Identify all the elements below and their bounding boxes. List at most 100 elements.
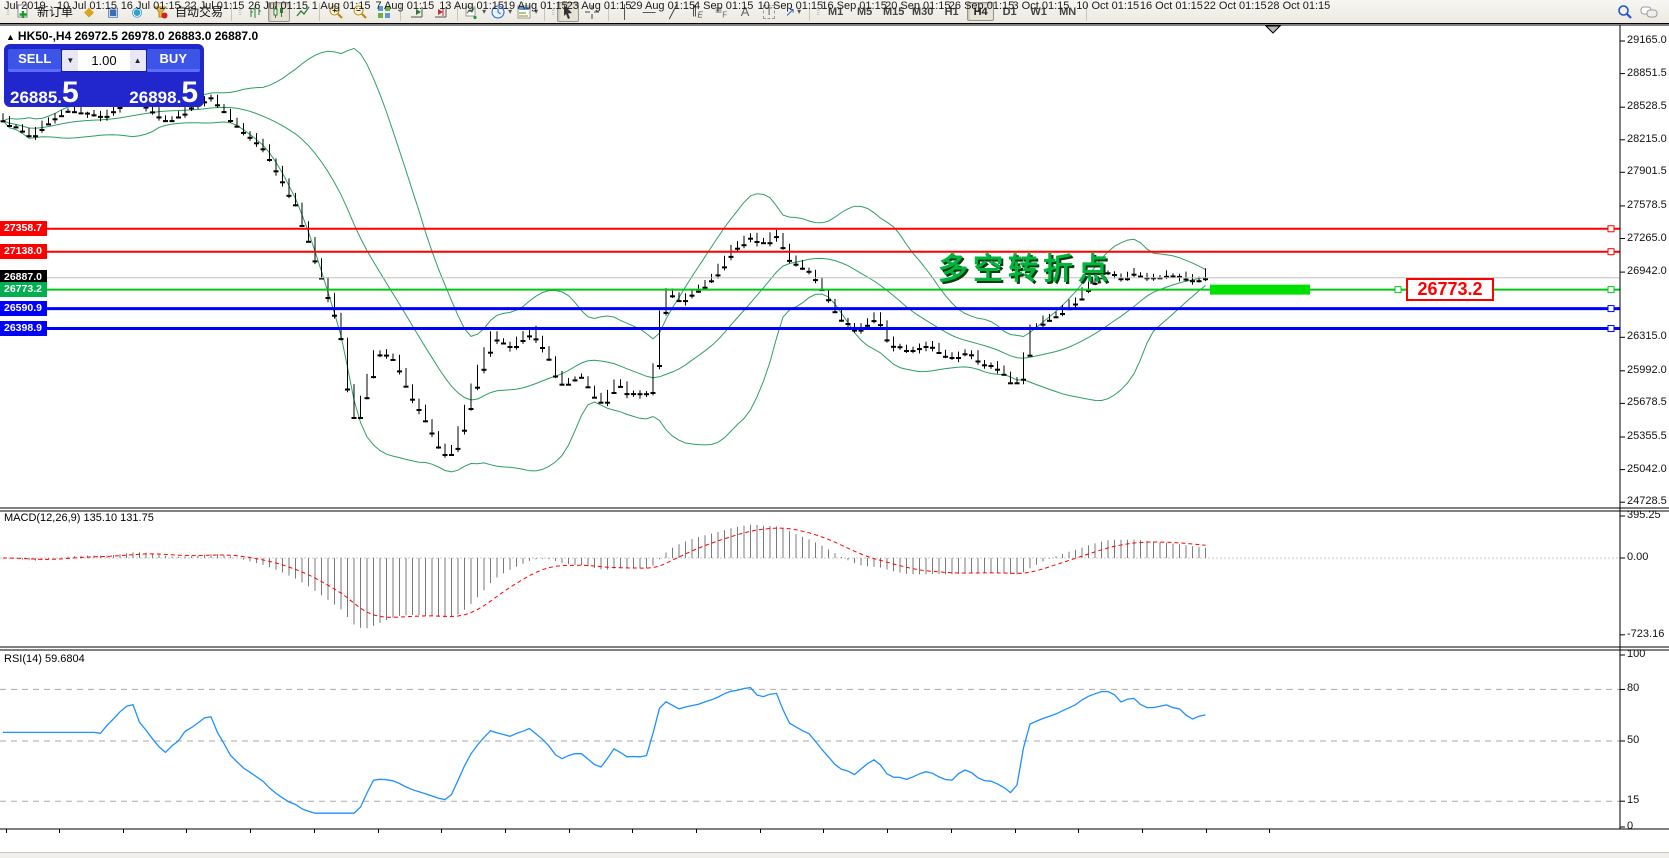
- hline-anchor: [1607, 248, 1615, 256]
- tile-windows-button[interactable]: [373, 2, 395, 22]
- autotrade-icon: [153, 6, 168, 18]
- toolbar-separator: [608, 2, 610, 21]
- toolbar-separator: [400, 2, 402, 21]
- volume-field[interactable]: 1.00: [78, 49, 130, 71]
- toolbar-grip: ⁞⁞: [6, 6, 10, 17]
- rsi-line: [3, 686, 1206, 814]
- cursor-button[interactable]: [557, 1, 580, 22]
- timeframe-w1-button[interactable]: W1: [1025, 2, 1052, 21]
- dropdown-caret: ▾: [482, 7, 487, 16]
- horizontal-line-button[interactable]: —: [638, 2, 660, 22]
- bollinger-lower: [2, 120, 1206, 473]
- bar-chart-button[interactable]: [244, 2, 266, 22]
- arrows-button[interactable]: ↗ ▾: [782, 2, 804, 22]
- toolbar: ⁞⁞ 新订单 ◆ ▣ ◉ 自动交易 ⁞⁞ ▾ ▾ ▾ ⁞⁞ │ — ╱ ∥E ≡…: [0, 0, 1669, 24]
- highlight-bar: [1210, 284, 1310, 295]
- pane-borders: [0, 24, 1669, 830]
- auto-scroll-icon: [411, 6, 423, 17]
- toolbar-separator: [231, 2, 233, 21]
- timeframe-h1-button[interactable]: H1: [938, 2, 965, 21]
- bar-chart-icon: [250, 5, 262, 18]
- toolbar-grip: ⁞⁞: [816, 6, 820, 17]
- gold-chart-icon: ◆: [84, 3, 95, 19]
- volume-increase-button[interactable]: ▲: [129, 49, 146, 71]
- signals-icon: ◉: [131, 3, 143, 19]
- candlestick-icon: [273, 4, 284, 18]
- sell-button[interactable]: SELL: [8, 48, 62, 72]
- one-click-trade-panel: SELL ▼ 1.00 ▲ BUY 26885. 5 26898. 5: [4, 44, 204, 107]
- timeframe-m30-button[interactable]: M30: [909, 2, 936, 21]
- macd-pane: [0, 524, 1620, 629]
- zoom-out-icon: [353, 5, 367, 19]
- dropdown-caret: ▾: [797, 7, 802, 16]
- zoom-in-button[interactable]: [325, 2, 347, 22]
- macd-signal-line: [2, 527, 1206, 618]
- toolbar-separator: [319, 2, 321, 21]
- chart-ohlc-title: ▲ HK50-,H4 26972.5 26978.0 26883.0 26887.…: [6, 29, 259, 43]
- timeframe-group: M1 M5 M15 M30 H1 H4 D1 W1 MN: [821, 2, 1082, 21]
- chart-canvas[interactable]: [0, 24, 1669, 858]
- callout-anchor: [1394, 286, 1402, 294]
- auto-scroll-button[interactable]: [406, 2, 428, 22]
- chat-button[interactable]: [1638, 2, 1660, 22]
- chat-icon: [1640, 6, 1658, 18]
- timeframe-m5-button[interactable]: M5: [851, 2, 878, 21]
- vertical-line-icon: │: [621, 4, 630, 19]
- timeframe-h4-button[interactable]: H4: [967, 2, 995, 21]
- toolbar-separator: [544, 2, 546, 21]
- gold-chart-button[interactable]: ◆: [78, 2, 100, 22]
- autotrade-button[interactable]: [150, 2, 172, 22]
- rsi-pane: [0, 686, 1620, 814]
- sell-price: 26885. 5: [10, 75, 79, 109]
- buy-button[interactable]: BUY: [146, 48, 200, 72]
- chart-shift-icon: [435, 6, 447, 17]
- dropdown-caret: ▾: [508, 7, 513, 16]
- line-chart-icon: [296, 6, 310, 16]
- hline-anchor: [1607, 286, 1615, 294]
- search-button[interactable]: [1614, 2, 1636, 22]
- line-chart-button[interactable]: [292, 2, 314, 22]
- periods-clock-button[interactable]: ▾: [489, 2, 513, 22]
- toolbar-separator: [1086, 2, 1088, 21]
- chart-shift-button[interactable]: [430, 2, 452, 22]
- chart-text-annotation[interactable]: 多空转折点: [938, 244, 1113, 288]
- fibonacci-icon: ≡F: [715, 3, 728, 20]
- zoom-in-icon: [329, 5, 343, 19]
- zoom-out-button[interactable]: [349, 2, 371, 22]
- volume-stepper: ▼ 1.00 ▲: [61, 48, 147, 72]
- new-order-button[interactable]: [12, 2, 34, 22]
- signals-button[interactable]: ◉: [126, 2, 148, 22]
- cursor-icon: [564, 4, 573, 19]
- hline-anchor: [1607, 325, 1615, 333]
- fibonacci-button[interactable]: ≡F: [710, 2, 732, 22]
- arrows-icon: ↗: [785, 4, 796, 19]
- crosshair-icon: [585, 4, 600, 19]
- timeframe-mn-button[interactable]: MN: [1054, 2, 1081, 21]
- equidistant-channel-button[interactable]: ∥E: [686, 2, 708, 22]
- trendline-button[interactable]: ╱: [662, 2, 684, 22]
- candlestick-chart-button[interactable]: [268, 1, 291, 22]
- crosshair-button[interactable]: [581, 2, 603, 22]
- buy-price: 26898. 5: [129, 75, 198, 109]
- trendline-icon: ╱: [669, 3, 678, 19]
- new-order-label[interactable]: 新订单: [37, 3, 73, 20]
- autotrade-label[interactable]: 自动交易: [175, 3, 223, 20]
- vertical-line-button[interactable]: │: [614, 2, 636, 22]
- text-label-button[interactable]: T: [758, 2, 780, 22]
- timeframe-d1-button[interactable]: D1: [996, 2, 1023, 21]
- templates-icon: [517, 5, 531, 18]
- equidistant-channel-icon: ∥E: [691, 3, 703, 20]
- templates-button[interactable]: ▾: [515, 2, 539, 22]
- volume-decrease-button[interactable]: ▼: [62, 49, 79, 71]
- price-callout-box[interactable]: 26773.2: [1406, 278, 1494, 301]
- mt4-window: { "toolbar": { "new_order_label": "新订单",…: [0, 0, 1669, 858]
- horizontal-line-icon: —: [642, 4, 656, 19]
- terminal-button[interactable]: ▣: [102, 2, 124, 22]
- text-button[interactable]: A: [734, 2, 756, 22]
- new-order-icon: [17, 4, 28, 18]
- timeframe-m1-button[interactable]: M1: [822, 2, 849, 21]
- timeframe-m15-button[interactable]: M15: [880, 2, 907, 21]
- add-indicator-button[interactable]: ▾: [463, 2, 487, 22]
- hline-anchor: [1607, 305, 1615, 313]
- text-label-icon: T: [762, 4, 776, 19]
